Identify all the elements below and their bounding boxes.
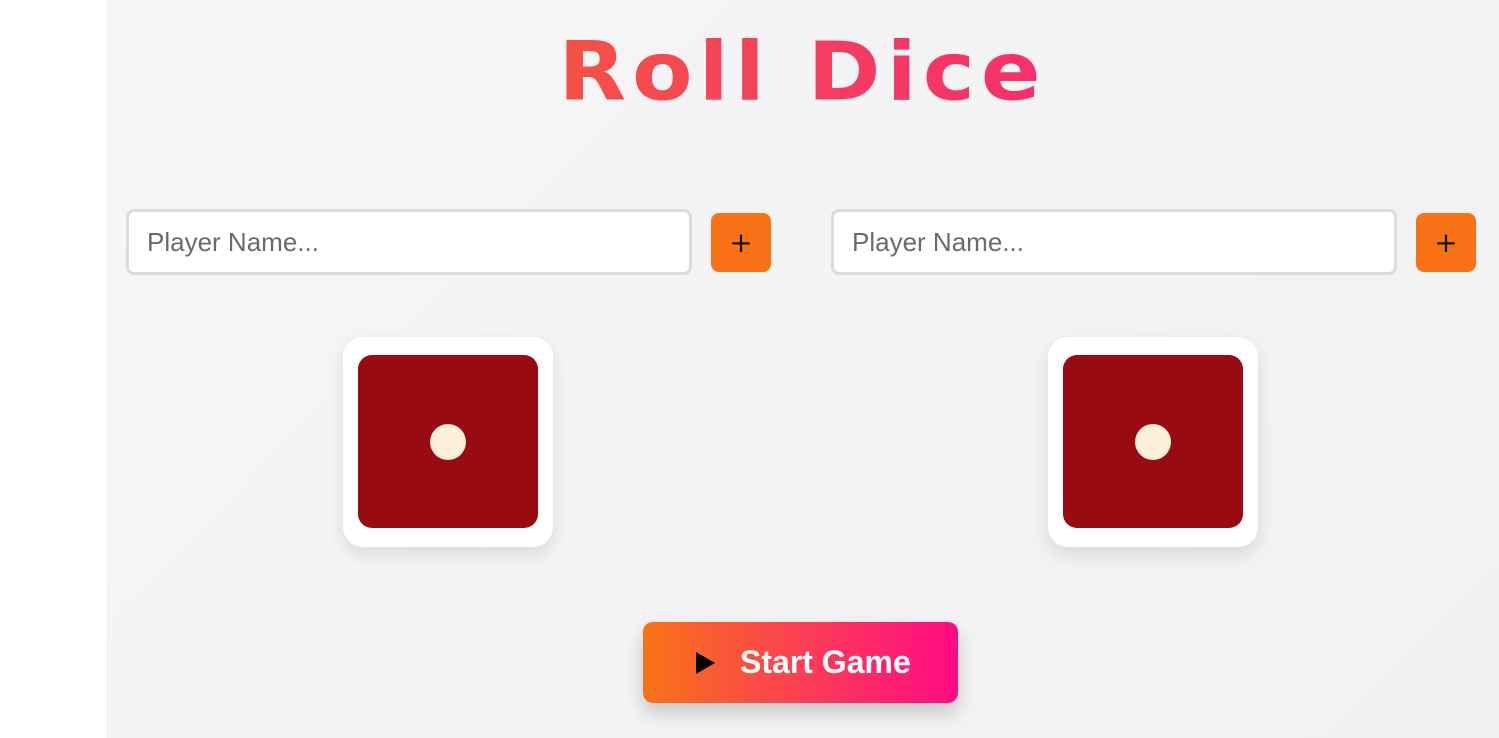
play-icon bbox=[696, 652, 715, 674]
player-2-die-face bbox=[1063, 355, 1243, 528]
die-pip bbox=[1135, 424, 1171, 460]
start-game-label: Start Game bbox=[740, 644, 911, 680]
player-2-name-input[interactable] bbox=[831, 209, 1397, 275]
player-2-die bbox=[1048, 337, 1258, 547]
player-2-add-button[interactable]: + bbox=[1416, 213, 1476, 272]
game-area: Roll Dice + + Start Game bbox=[106, 0, 1499, 738]
left-margin bbox=[0, 0, 106, 738]
game-title: Roll Dice bbox=[106, 26, 1499, 118]
player-1-die bbox=[343, 337, 553, 547]
player-1-name-input[interactable] bbox=[126, 209, 692, 275]
player-1-add-button[interactable]: + bbox=[711, 213, 771, 272]
die-pip bbox=[430, 424, 466, 460]
start-game-button[interactable]: Start Game bbox=[643, 622, 958, 703]
player-1-die-face bbox=[358, 355, 538, 528]
